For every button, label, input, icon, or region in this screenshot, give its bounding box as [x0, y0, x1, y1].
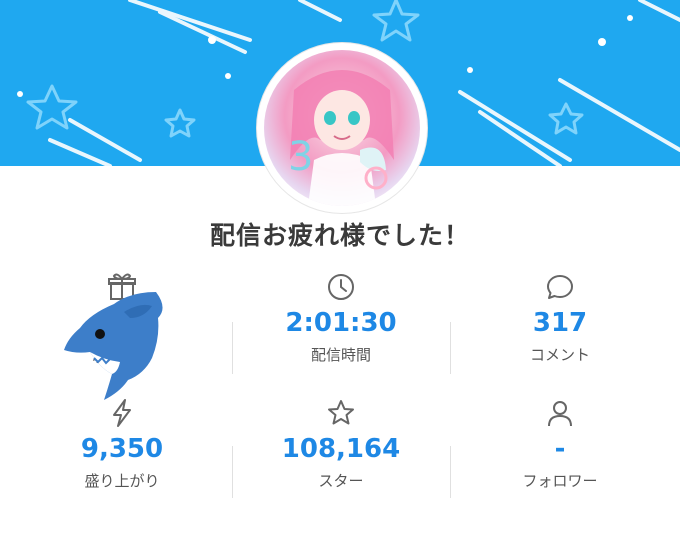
stat-followers: - フォロワー — [450, 398, 670, 491]
avatar-image: 3 — [264, 50, 420, 206]
stat-label: 盛り上がり — [84, 472, 160, 490]
clock-icon — [328, 274, 354, 300]
dolphin-mascot-icon — [64, 292, 163, 400]
stat-label: コメント — [529, 346, 590, 364]
avatar[interactable]: 3 — [257, 43, 427, 213]
stat-value: 9,350 — [80, 434, 164, 464]
stat-label: スター — [318, 472, 364, 490]
stat-duration: 2:01:30 配信時間 — [231, 272, 451, 365]
svg-text:3: 3 — [288, 134, 313, 180]
stat-value: 317 — [532, 308, 588, 338]
stat-stars: 108,164 スター — [231, 398, 451, 491]
stream-finished-title: 配信お疲れ様でした！ — [209, 221, 470, 250]
stat-comments: 317 コメント — [450, 272, 670, 365]
stat-value: 108,164 — [281, 434, 401, 464]
person-icon — [548, 401, 572, 427]
stat-value: - — [554, 434, 566, 464]
stat-value: 2:01:30 — [285, 308, 397, 338]
stat-excitement: 9,350 盛り上がり — [12, 398, 232, 491]
stat-label: 配信時間 — [310, 346, 371, 364]
avatar-illustration: 3 — [288, 70, 394, 206]
lightning-icon — [113, 399, 131, 427]
comment-icon — [547, 275, 573, 299]
star-icon — [328, 400, 354, 425]
stat-label: フォロワー — [522, 472, 598, 490]
